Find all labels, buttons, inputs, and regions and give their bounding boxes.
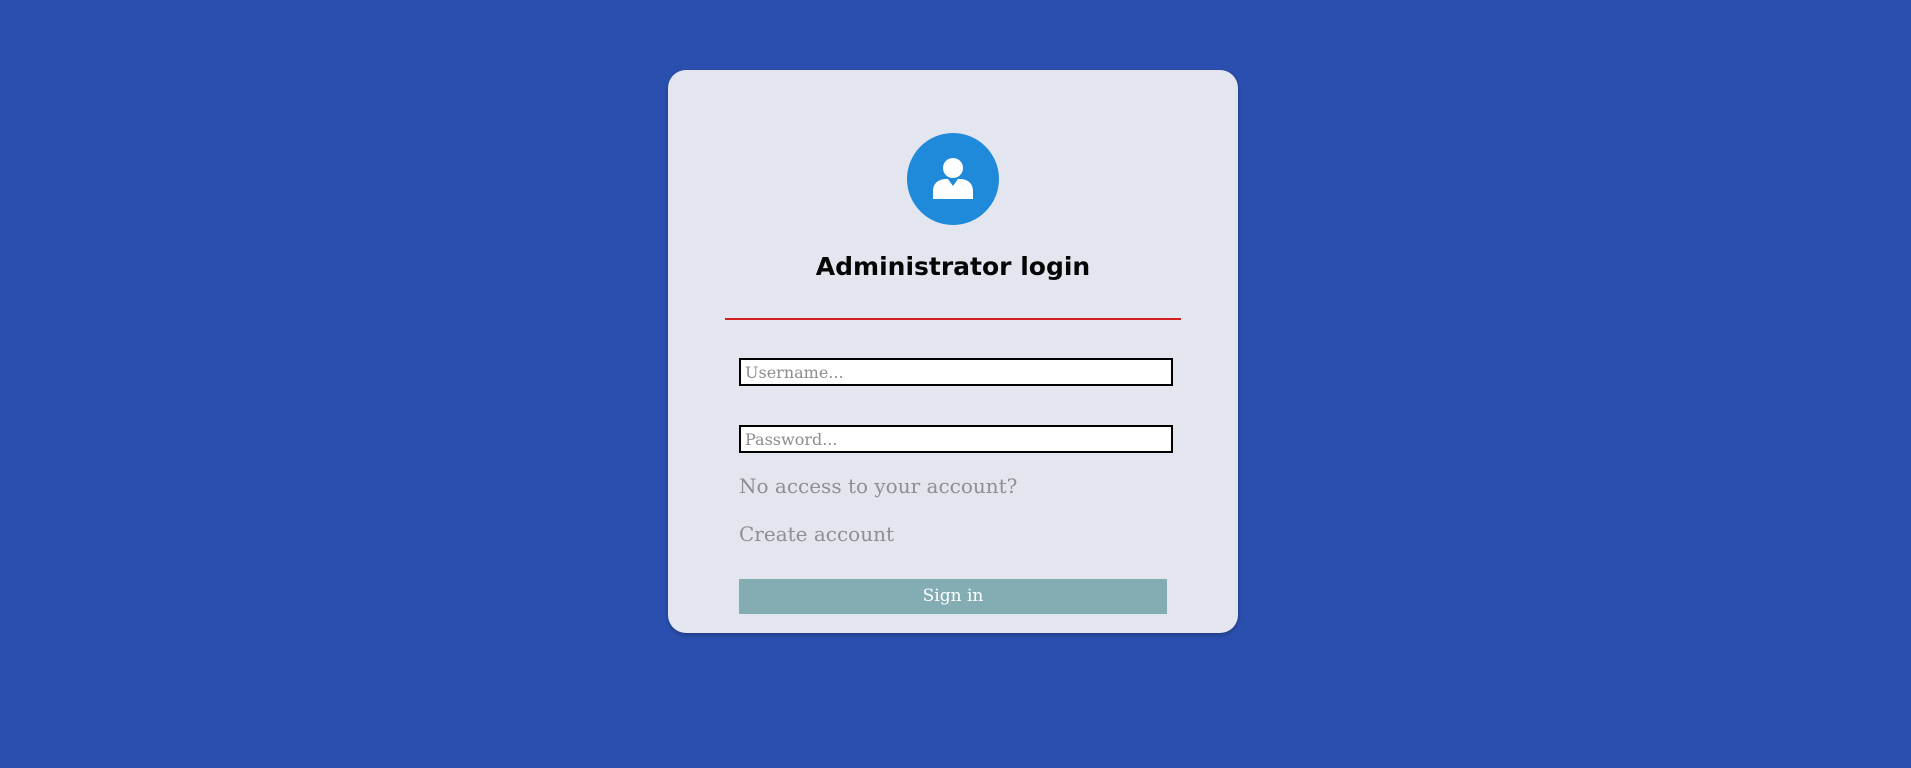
page-title: Administrator login	[815, 252, 1091, 281]
username-input[interactable]	[739, 358, 1173, 386]
avatar	[907, 133, 999, 225]
sign-in-button[interactable]: Sign in	[739, 579, 1167, 614]
user-icon	[933, 158, 973, 199]
divider	[725, 318, 1181, 320]
password-input[interactable]	[739, 425, 1173, 453]
no-access-link[interactable]: No access to your account?	[739, 473, 1017, 499]
login-card: Administrator login No access to your ac…	[668, 70, 1238, 633]
create-account-link[interactable]: Create account	[739, 521, 894, 547]
